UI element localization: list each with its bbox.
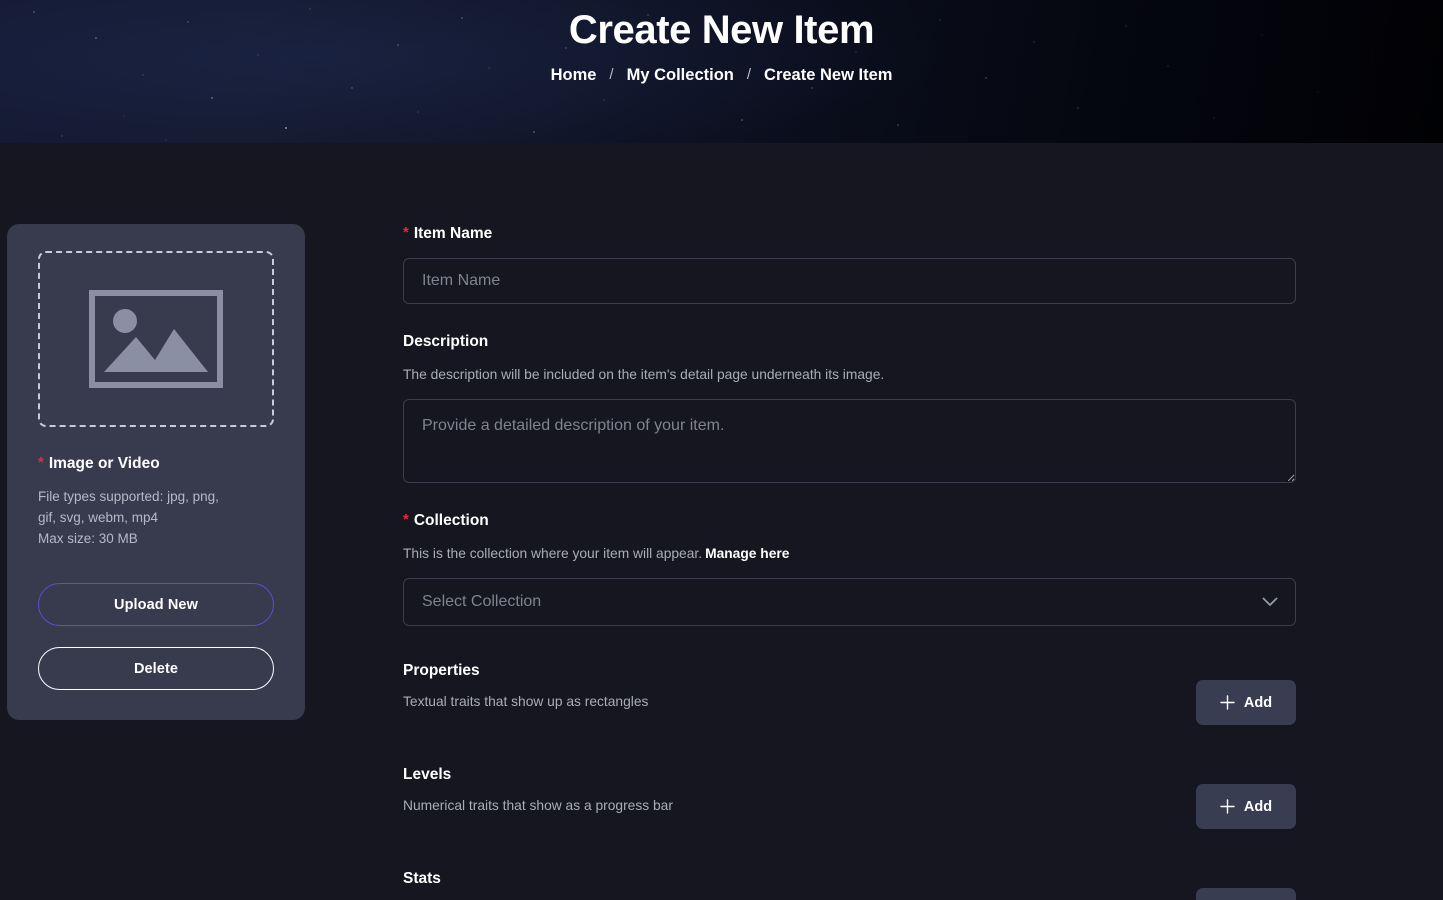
media-field-label: * Image or Video: [38, 454, 274, 474]
required-marker-icon: *: [38, 454, 44, 471]
collection-field-group: * Collection This is the collection wher…: [403, 511, 1296, 626]
media-help-text: File types supported: jpg, png, gif, svg…: [38, 486, 268, 549]
collection-help-sentence: This is the collection where your item w…: [403, 546, 703, 561]
manage-here-link[interactable]: Manage here: [705, 546, 789, 561]
image-placeholder-icon: [89, 290, 223, 388]
levels-title: Levels: [403, 766, 452, 783]
page-hero-banner: Create New Item Home / My Collection / C…: [0, 0, 1443, 143]
item-name-label: * Item Name: [403, 224, 1296, 244]
item-name-input[interactable]: [403, 258, 1296, 304]
item-name-field-group: * Item Name: [403, 224, 1296, 304]
media-help-line-3: Max size: 30 MB: [38, 531, 138, 546]
collection-select-wrapper: Select Collection: [403, 578, 1296, 626]
description-field-group: Description The description will be incl…: [403, 332, 1296, 483]
description-label-text: Description: [403, 333, 489, 350]
page-content: * Image or Video File types supported: j…: [0, 143, 1443, 900]
add-levels-button[interactable]: Add: [1196, 784, 1296, 829]
description-help-text: The description will be included on the …: [403, 367, 885, 382]
media-help-line-1: File types supported: jpg, png,: [38, 489, 219, 504]
add-stats-button[interactable]: Add: [1196, 888, 1296, 900]
add-properties-button[interactable]: Add: [1196, 680, 1296, 725]
media-dropzone[interactable]: [38, 251, 274, 427]
description-label: Description: [403, 332, 1296, 352]
page-title: Create New Item: [568, 8, 875, 52]
media-help-line-2: gif, svg, webm, mp4: [38, 510, 159, 525]
breadcrumb-separator: /: [609, 66, 614, 83]
item-form: * Item Name Description The description …: [403, 224, 1296, 900]
stats-title: Stats: [403, 870, 441, 887]
item-name-label-text: Item Name: [413, 225, 493, 242]
breadcrumb-item-current: Create New Item: [764, 66, 893, 84]
collection-help-text: This is the collection where your item w…: [403, 544, 1296, 564]
trait-row-properties: Properties Textual traits that show up a…: [403, 660, 1296, 730]
plus-icon: [1220, 799, 1235, 814]
description-textarea[interactable]: [403, 399, 1296, 483]
required-marker-icon: *: [403, 224, 409, 241]
delete-button[interactable]: Delete: [38, 647, 274, 690]
collection-select-placeholder: Select Collection: [422, 593, 542, 610]
breadcrumb-item-home[interactable]: Home: [549, 64, 599, 86]
stats-texts: Stats Numerical traits that just show as…: [403, 868, 663, 900]
breadcrumb-separator: /: [746, 66, 752, 83]
create-new-item-page: Create New Item Home / My Collection / C…: [0, 0, 1443, 900]
add-levels-label: Add: [1243, 798, 1273, 815]
plus-icon: [1220, 695, 1235, 710]
properties-title: Properties: [403, 662, 480, 679]
media-button-group: Upload New Delete: [38, 583, 274, 690]
upload-new-button[interactable]: Upload New: [38, 583, 274, 626]
trait-row-levels: Levels Numerical traits that show as a p…: [403, 764, 1296, 834]
collection-select[interactable]: Select Collection: [403, 578, 1296, 626]
properties-description: Textual traits that show up as rectangle…: [403, 694, 649, 709]
breadcrumb: Home / My Collection / Create New Item: [0, 64, 1443, 86]
required-marker-icon: *: [403, 511, 409, 528]
media-upload-card: * Image or Video File types supported: j…: [7, 224, 305, 720]
breadcrumb-item-my-collection[interactable]: My Collection: [625, 64, 736, 86]
collection-label-text: Collection: [413, 512, 489, 529]
media-label-text: Image or Video: [48, 455, 160, 472]
levels-texts: Levels Numerical traits that show as a p…: [403, 764, 673, 816]
properties-texts: Properties Textual traits that show up a…: [403, 660, 648, 712]
trait-row-stats: Stats Numerical traits that just show as…: [403, 868, 1296, 900]
add-properties-label: Add: [1243, 694, 1273, 711]
levels-description: Numerical traits that show as a progress…: [403, 798, 673, 813]
collection-label: * Collection: [403, 511, 1296, 531]
